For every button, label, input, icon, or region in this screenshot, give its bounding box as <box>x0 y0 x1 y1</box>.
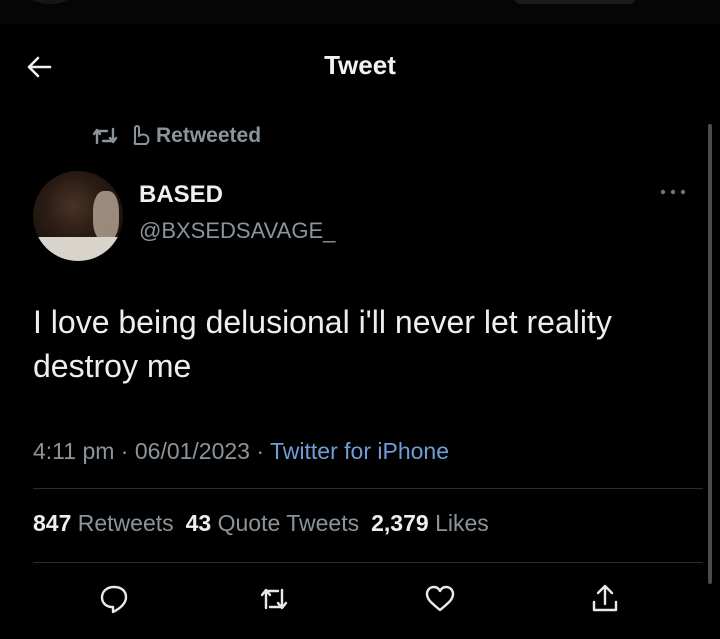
tweet-metadata: 4:11 pm · 06/01/2023 · Twitter for iPhon… <box>33 438 449 465</box>
retweet-icon <box>92 127 118 145</box>
tweet-source-link[interactable]: Twitter for iPhone <box>270 438 449 464</box>
scrollbar[interactable] <box>708 124 712 584</box>
quote-tweets-label: Quote Tweets <box>217 510 360 536</box>
status-bar-pill <box>515 0 635 4</box>
meta-separator: · <box>114 438 135 464</box>
author-display-name[interactable]: BASED <box>139 181 223 209</box>
likes-stat[interactable]: 2,379 Likes <box>371 510 489 536</box>
tweet-time: 4:11 pm <box>33 438 115 464</box>
tweet-action-bar <box>0 582 720 616</box>
avatar-face <box>49 181 97 243</box>
retweeted-label: Retweeted <box>156 124 262 147</box>
heart-icon[interactable] <box>423 582 457 616</box>
reply-icon[interactable] <box>97 582 131 616</box>
tweet-text: I love being delusional i'll never let r… <box>33 304 612 384</box>
tweet-date: 06/01/2023 <box>134 438 250 464</box>
page-title: Tweet <box>324 50 396 80</box>
avatar-badge <box>93 191 119 241</box>
avatar[interactable] <box>33 171 123 261</box>
status-bar-shape <box>30 0 70 4</box>
author-handle[interactable]: @BXSEDSAVAGE_ <box>139 218 335 244</box>
retweets-stat[interactable]: 847 Retweets <box>33 510 174 536</box>
retweet-icon[interactable] <box>257 582 291 616</box>
meta-separator: · <box>249 438 271 464</box>
likes-count: 2,379 <box>371 510 429 536</box>
retweet-context[interactable]: Retweeted <box>92 120 261 152</box>
engagement-stats: 847 Retweets 43 Quote Tweets 2,379 Likes <box>33 510 489 537</box>
hand-point-icon <box>133 125 150 145</box>
retweets-label: Retweets <box>77 510 174 536</box>
retweets-count: 847 <box>33 510 72 536</box>
avatar-shirt <box>33 237 123 261</box>
divider <box>33 562 703 563</box>
divider <box>33 488 703 489</box>
status-bar-remnant <box>0 0 720 24</box>
share-icon[interactable] <box>588 582 622 616</box>
likes-label: Likes <box>435 510 489 536</box>
quote-tweets-count: 43 <box>185 510 212 536</box>
top-app-bar: Tweet <box>0 24 720 108</box>
more-horizontal-icon[interactable] <box>657 186 689 198</box>
quotes-stat[interactable]: 43 Quote Tweets <box>186 510 359 536</box>
